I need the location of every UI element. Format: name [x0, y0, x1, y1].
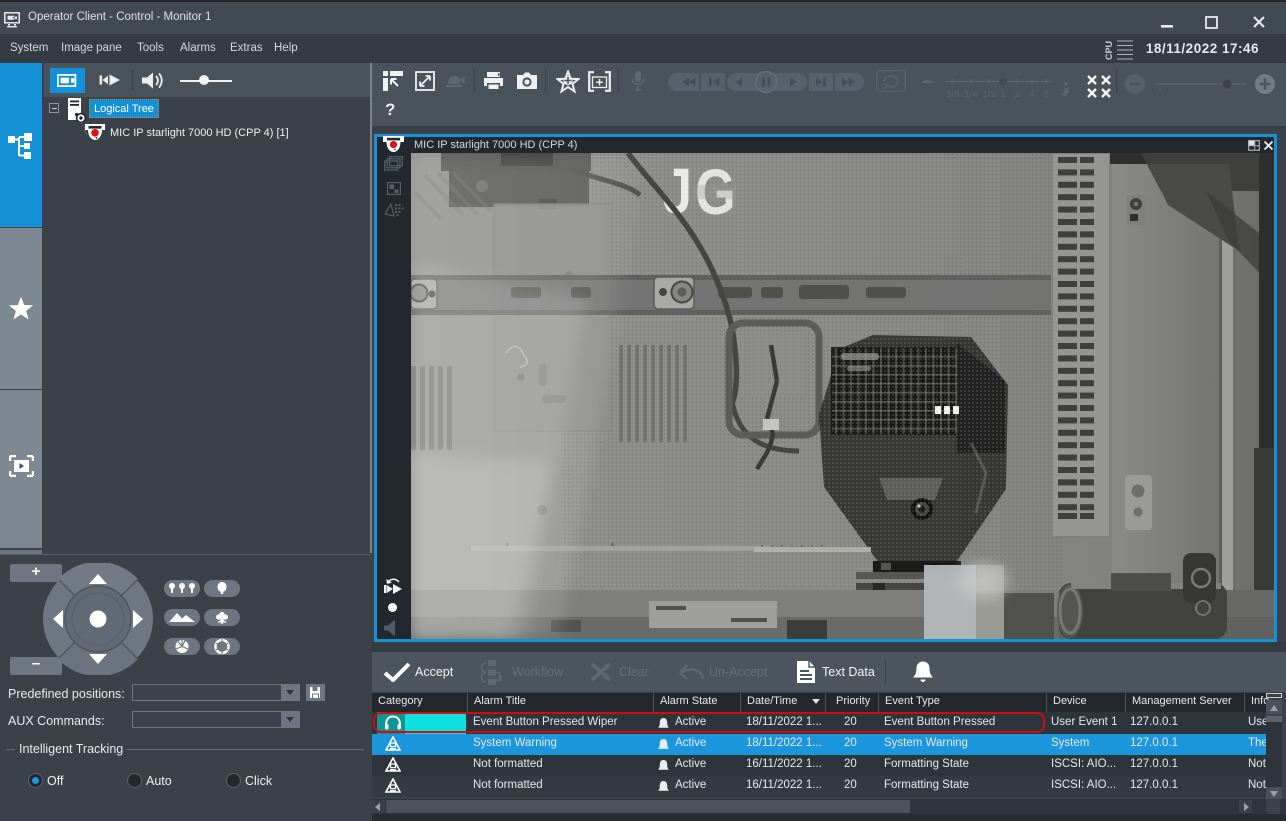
svg-text:4: 4 — [1029, 89, 1034, 99]
svg-text:1/2: 1/2 — [982, 89, 995, 99]
svg-text:8: 8 — [1043, 89, 1048, 99]
svg-text:2: 2 — [1014, 89, 1019, 99]
svg-text:1: 1 — [1000, 89, 1005, 99]
svg-text:1/4: 1/4 — [964, 89, 977, 99]
svg-text:CPU: CPU — [1104, 41, 1114, 60]
svg-text:1/8: 1/8 — [946, 89, 959, 99]
